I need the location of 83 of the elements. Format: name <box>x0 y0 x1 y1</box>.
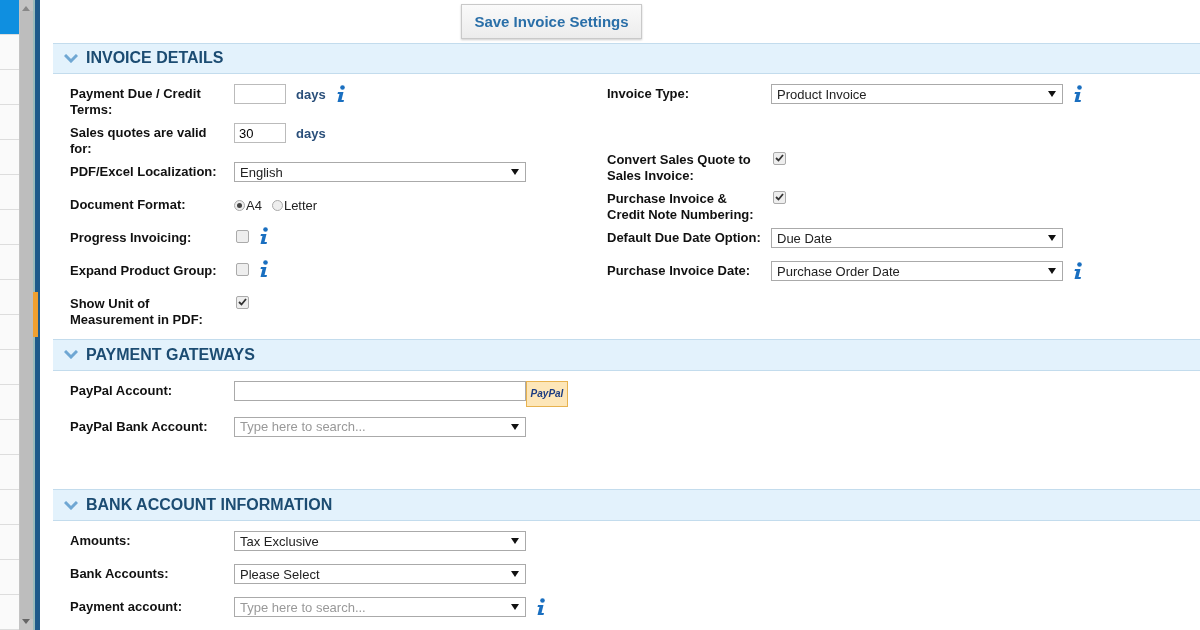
side-list-item[interactable] <box>0 245 19 280</box>
side-list-item[interactable] <box>0 175 19 210</box>
paypal-badge[interactable]: PayPal <box>526 380 568 407</box>
save-button[interactable]: Save Invoice Settings <box>461 4 642 39</box>
checkbox[interactable] <box>236 295 249 309</box>
chevron-icon <box>64 350 78 360</box>
days-input[interactable] <box>234 84 286 105</box>
caret-icon <box>1048 268 1056 275</box>
info-icon[interactable] <box>259 260 269 279</box>
section-title: BANK ACCOUNT INFORMATION <box>86 496 333 515</box>
field-label: Show Unit of Measurement in PDF: <box>70 295 204 329</box>
checkbox[interactable] <box>236 262 249 276</box>
radio-label: Letter <box>283 197 318 213</box>
days-input[interactable]: 30 <box>234 123 286 144</box>
caret-icon <box>511 423 519 430</box>
field-label: PDF/Excel Localization: <box>70 163 218 181</box>
dropdown[interactable]: Purchase Order Date <box>771 261 1063 282</box>
section-header[interactable]: INVOICE DETAILS <box>53 42 1200 75</box>
search-dropdown[interactable]: Type here to search... <box>234 597 526 617</box>
field-label: Expand Product Group: <box>70 262 218 280</box>
side-list-item[interactable] <box>0 420 19 455</box>
info-icon[interactable] <box>259 227 269 246</box>
section-header[interactable]: BANK ACCOUNT INFORMATION <box>53 489 1200 521</box>
side-list-item[interactable] <box>0 210 19 245</box>
search-dropdown[interactable]: Type here to search... <box>234 416 526 437</box>
section-title: PAYMENT GATEWAYS <box>86 345 255 364</box>
info-icon[interactable] <box>1073 262 1083 281</box>
caret-icon <box>1048 91 1056 98</box>
side-list-item[interactable] <box>0 140 19 175</box>
field-label: Amounts: <box>70 532 132 549</box>
unit-label: days <box>296 125 326 141</box>
field-label: Bank Accounts: <box>70 565 170 582</box>
unit-label: days <box>296 86 326 102</box>
side-list-item[interactable] <box>0 315 19 350</box>
checkbox[interactable] <box>773 190 786 204</box>
info-icon[interactable] <box>335 85 346 104</box>
field-label: Default Due Date Option: <box>607 229 762 247</box>
dropdown[interactable]: English <box>234 162 526 183</box>
field-label: Payment Due / Credit Terms: <box>70 85 202 119</box>
side-list-item[interactable] <box>0 70 19 105</box>
field-label: Progress Invoicing: <box>70 229 193 247</box>
dropdown[interactable]: Please Select <box>234 564 526 584</box>
checkbox[interactable] <box>236 229 249 243</box>
splitter-bar[interactable] <box>33 0 40 630</box>
field-label: Invoice Type: <box>607 85 691 103</box>
field-label: Purchase Invoice Date: <box>607 262 752 280</box>
side-list-item[interactable] <box>0 0 19 35</box>
dropdown[interactable]: Due Date <box>771 228 1063 249</box>
caret-icon <box>511 538 519 544</box>
side-list-item[interactable] <box>0 280 19 315</box>
side-list-item[interactable] <box>0 455 19 490</box>
side-list-item[interactable] <box>0 105 19 140</box>
caret-icon <box>511 604 519 610</box>
info-icon[interactable] <box>536 598 546 616</box>
side-list-item[interactable] <box>0 490 19 525</box>
field-label: PayPal Account: <box>70 381 174 399</box>
field-label: Convert Sales Quote to Sales Invoice: <box>607 151 752 185</box>
field-label: Sales quotes are valid for: <box>70 124 208 158</box>
caret-icon <box>511 571 519 577</box>
field-label: Payment account: <box>70 598 183 615</box>
side-list-item[interactable] <box>0 525 19 560</box>
side-list-item[interactable] <box>0 35 19 70</box>
info-icon[interactable] <box>1073 85 1083 104</box>
checkbox[interactable] <box>773 151 786 165</box>
field-label: PayPal Bank Account: <box>70 417 209 435</box>
section-title: INVOICE DETAILS <box>86 49 224 68</box>
radio-button[interactable] <box>271 199 283 211</box>
section-header[interactable]: PAYMENT GATEWAYS <box>53 339 1200 371</box>
scrollbar[interactable] <box>19 0 34 630</box>
side-list-item[interactable] <box>0 560 19 595</box>
caret-icon <box>1048 235 1056 242</box>
dropdown[interactable]: Tax Exclusive <box>234 531 526 551</box>
chevron-icon <box>64 53 78 63</box>
side-list-item[interactable] <box>0 385 19 420</box>
side-list-item[interactable] <box>0 350 19 385</box>
caret-icon <box>511 169 519 176</box>
paypal-account-input[interactable] <box>234 380 526 401</box>
field-label: Document Format: <box>70 196 187 214</box>
chevron-icon <box>64 500 78 510</box>
field-label: Purchase Invoice & Credit Note Numbering: <box>607 190 755 224</box>
radio-button[interactable] <box>234 199 245 211</box>
radio-label: A4 <box>246 197 262 213</box>
dropdown[interactable]: Product Invoice <box>771 84 1063 105</box>
